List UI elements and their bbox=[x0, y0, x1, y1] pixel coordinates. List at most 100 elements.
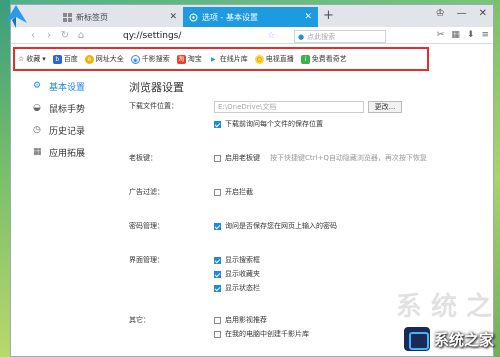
back-icon[interactable]: ‹ bbox=[25, 30, 41, 41]
baidu-icon: b bbox=[52, 54, 62, 64]
boss-key-field: 启用老板键 按下快捷键Ctrl+Q自动隐藏浏览器，再次按下恢复 bbox=[214, 153, 427, 163]
desktop-background-right bbox=[494, 0, 500, 357]
home-icon[interactable]: ⌂ bbox=[73, 30, 89, 41]
search-placeholder: 点此搜索 bbox=[307, 32, 336, 41]
bookmark-taobao[interactable]: 淘 淘宝 bbox=[176, 54, 202, 64]
bookmark-label: 免费看奇艺 bbox=[311, 55, 347, 63]
bookmark-label: 百度 bbox=[63, 55, 78, 63]
ad-filter-option-label: 开启拦截 bbox=[225, 188, 253, 196]
iqiyi-icon: i bbox=[300, 54, 310, 64]
bookmark-qianying-search[interactable]: ◉ 千影搜索 bbox=[130, 54, 170, 64]
show-search-field: 显示搜索框 bbox=[214, 255, 260, 265]
address-bar[interactable]: qy://settings/ ☆ bbox=[123, 31, 275, 41]
favorites-menu[interactable]: ☆ 收藏 ▾ bbox=[18, 54, 46, 64]
show-statusbar-checkbox[interactable] bbox=[214, 284, 221, 292]
window-controls: ♔ — ✕ bbox=[436, 8, 487, 19]
boss-key-checkbox[interactable] bbox=[214, 154, 221, 162]
bookmark-iqiyi[interactable]: i 免费看奇艺 bbox=[300, 54, 347, 64]
sidebar-item-basic-settings[interactable]: ⚙ 基本设置 bbox=[11, 75, 107, 97]
video-recommend-checkbox[interactable] bbox=[214, 316, 221, 324]
ask-location-checkbox[interactable] bbox=[214, 120, 221, 128]
apps-icon[interactable]: ▦ bbox=[451, 30, 460, 40]
tab-settings[interactable]: 选项 - 基本设置 ✕ bbox=[183, 7, 318, 27]
bookmark-tv-live[interactable]: ○ 电视直播 bbox=[254, 54, 294, 64]
search-input[interactable]: ● 点此搜索 bbox=[294, 30, 386, 43]
sidebar-item-label: 鼠标手势 bbox=[49, 104, 86, 115]
sidebar-item-extensions[interactable]: ▦ 应用拓展 bbox=[11, 141, 107, 163]
close-window-button[interactable]: ✕ bbox=[479, 8, 487, 19]
tv-icon: ○ bbox=[254, 54, 264, 64]
download-location-label: 下载文件位置： bbox=[129, 102, 178, 110]
url-text: qy://settings/ bbox=[123, 31, 182, 41]
star-icon: ☆ bbox=[18, 55, 25, 63]
screenshot-icon[interactable]: ✂ bbox=[437, 30, 445, 40]
video-recommend-label: 启用影视推荐 bbox=[225, 316, 267, 324]
url-guide-icon: e bbox=[84, 54, 94, 64]
clock-icon: ◷ bbox=[33, 125, 41, 135]
settings-icon bbox=[189, 13, 198, 22]
show-search-checkbox[interactable] bbox=[214, 256, 221, 264]
download-path-input[interactable]: E:\OneDrive\文档 bbox=[214, 101, 364, 113]
show-favorites-field: 显示收藏夹 bbox=[214, 269, 260, 279]
refresh-icon[interactable]: ↻ bbox=[57, 30, 73, 41]
bookmark-label: 电视直播 bbox=[265, 55, 294, 63]
chevron-down-icon: ▾ bbox=[42, 55, 46, 63]
bookmarks-bar: ☆ 收藏 ▾ b 百度 e 网址大全 ◉ 千影搜索 淘 淘宝 ▶ 在线片库 ○ … bbox=[13, 47, 429, 71]
browser-logo-icon bbox=[5, 5, 27, 28]
tab-label: 新标签页 bbox=[76, 12, 108, 22]
favorites-label: 收藏 bbox=[26, 55, 41, 63]
bookmark-video-library[interactable]: ▶ 在线片库 bbox=[208, 54, 248, 64]
change-button[interactable]: 更改... bbox=[368, 101, 402, 113]
show-statusbar-field: 显示状态栏 bbox=[214, 283, 260, 293]
watermark-ghost-text: 系 统 之 bbox=[395, 292, 492, 322]
ad-filter-checkbox[interactable] bbox=[214, 188, 221, 196]
menu-icon[interactable]: ≡ bbox=[481, 30, 489, 40]
bookmark-star-icon[interactable]: ☆ bbox=[267, 31, 275, 41]
settings-sidebar: ⚙ 基本设置 ◒ 鼠标手势 ◷ 历史记录 ▦ 应用拓展 bbox=[11, 75, 107, 357]
qianying-search-icon: ◉ bbox=[130, 54, 140, 64]
boss-key-label: 老板键： bbox=[129, 154, 157, 162]
close-tab-icon[interactable]: ✕ bbox=[169, 12, 177, 22]
minimize-button[interactable]: — bbox=[457, 8, 467, 19]
show-search-label: 显示搜索框 bbox=[225, 256, 260, 264]
watermark-logo-icon bbox=[403, 327, 430, 351]
show-statusbar-label: 显示状态栏 bbox=[225, 284, 260, 292]
bookmark-url-guide[interactable]: e 网址大全 bbox=[84, 54, 124, 64]
skin-icon[interactable]: ♔ bbox=[436, 8, 445, 19]
new-tab-button[interactable]: + bbox=[323, 8, 334, 23]
sidebar-item-mouse-gestures[interactable]: ◒ 鼠标手势 bbox=[11, 97, 107, 119]
password-field: 询问是否保存您在网页上输入的密码 bbox=[214, 221, 337, 231]
other-label: 其它： bbox=[129, 316, 150, 324]
taobao-icon: 淘 bbox=[176, 54, 186, 64]
sidebar-item-label: 应用拓展 bbox=[49, 148, 86, 159]
sidebar-item-history[interactable]: ◷ 历史记录 bbox=[11, 119, 107, 141]
watermark: 系统之家 bbox=[403, 327, 494, 351]
forward-icon[interactable]: › bbox=[41, 30, 57, 41]
bookmark-label: 千影搜索 bbox=[141, 55, 170, 63]
password-checkbox[interactable] bbox=[214, 222, 221, 230]
close-tab-icon[interactable]: ✕ bbox=[304, 12, 312, 22]
ad-filter-label: 广告过滤： bbox=[129, 188, 164, 196]
download-icon[interactable]: ⬇ bbox=[467, 30, 475, 40]
download-location-field: E:\OneDrive\文档 更改... bbox=[214, 101, 402, 113]
bookmark-label: 淘宝 bbox=[187, 55, 202, 63]
ask-location-label: 下载前询问每个文件的保存位置 bbox=[225, 120, 323, 128]
gear-icon: ⚙ bbox=[33, 81, 42, 91]
ui-settings-label: 界面管理： bbox=[129, 256, 164, 264]
boss-key-hint: 按下快捷键Ctrl+Q自动隐藏浏览器，再次按下恢复 bbox=[270, 154, 427, 162]
show-favorites-label: 显示收藏夹 bbox=[225, 270, 260, 278]
apps-grid-icon: ▦ bbox=[33, 147, 42, 157]
bookmark-label: 网址大全 bbox=[95, 55, 124, 63]
boss-key-option-label: 启用老板键 bbox=[225, 154, 260, 162]
grid-icon bbox=[63, 12, 72, 22]
create-library-checkbox[interactable] bbox=[214, 330, 221, 338]
ad-filter-field: 开启拦截 bbox=[214, 187, 253, 197]
password-label: 密码管理： bbox=[129, 222, 164, 230]
show-favorites-checkbox[interactable] bbox=[214, 270, 221, 278]
desktop-background-left bbox=[0, 0, 10, 357]
bookmark-baidu[interactable]: b 百度 bbox=[52, 54, 78, 64]
page-title: 浏览器设置 bbox=[129, 81, 184, 94]
tab-label: 选项 - 基本设置 bbox=[202, 12, 258, 22]
sidebar-item-label: 基本设置 bbox=[49, 82, 86, 93]
tab-new-tab[interactable]: 新标签页 ✕ bbox=[57, 7, 183, 27]
